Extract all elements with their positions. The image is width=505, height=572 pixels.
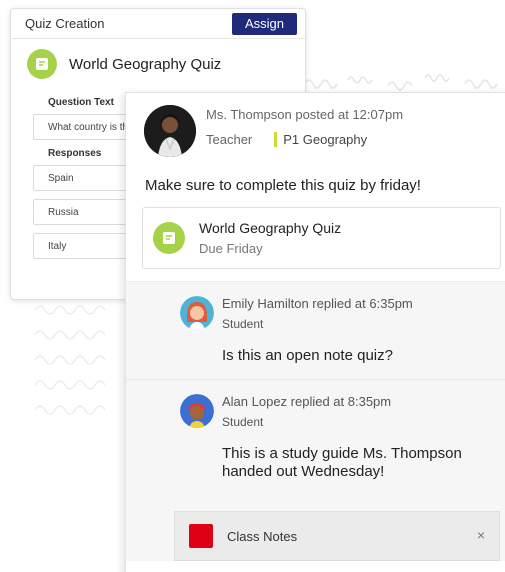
quiz-creation-title: Quiz Creation <box>25 16 105 31</box>
post-message: Make sure to complete this quiz by frida… <box>145 177 421 194</box>
quiz-title: World Geography Quiz <box>69 55 222 73</box>
student-avatar <box>180 394 214 428</box>
quiz-attachment-due: Due Friday <box>199 241 263 256</box>
post-author-line: Ms. Thompson posted at 12:07pm <box>206 107 404 122</box>
reply-text: This is a study guide Ms. Thompson hande… <box>222 445 462 480</box>
quiz-icon <box>27 49 57 79</box>
decorative-squiggles-left <box>34 305 106 415</box>
replies-section: Emily Hamilton replied at 6:35pm Student… <box>126 281 505 561</box>
reply-author-line: Emily Hamilton replied at 6:35pm <box>222 296 413 311</box>
teacher-avatar <box>144 105 196 157</box>
reply-text: Is this an open note quiz? <box>222 347 393 364</box>
quiz-attachment-title: World Geography Quiz <box>199 220 342 236</box>
reply-item: Alan Lopez replied at 8:35pm Student Thi… <box>126 380 505 495</box>
reply-author-role: Student <box>222 415 264 429</box>
quiz-icon <box>153 222 185 254</box>
reply-item: Emily Hamilton replied at 6:35pm Student… <box>126 282 505 380</box>
class-tag[interactable]: P1 Geography <box>274 132 367 147</box>
reply-author-line: Alan Lopez replied at 8:35pm <box>222 394 392 409</box>
file-attachment-label: Class Notes <box>227 528 298 544</box>
quiz-title-row: World Geography Quiz <box>11 39 305 89</box>
student-avatar <box>180 296 214 330</box>
post-card: Ms. Thompson posted at 12:07pm Teacher P… <box>125 92 505 572</box>
post-header: Ms. Thompson posted at 12:07pm Teacher P… <box>126 93 505 171</box>
post-author-role: Teacher <box>206 132 253 147</box>
file-icon <box>189 524 213 548</box>
quiz-creation-header: Quiz Creation Assign <box>11 9 305 39</box>
close-icon[interactable]: × <box>477 527 485 543</box>
assign-button[interactable]: Assign <box>231 12 297 35</box>
reply-author-role: Student <box>222 317 264 331</box>
file-attachment[interactable]: Class Notes × <box>174 511 500 561</box>
quiz-attachment-card[interactable]: World Geography Quiz Due Friday <box>142 207 501 269</box>
